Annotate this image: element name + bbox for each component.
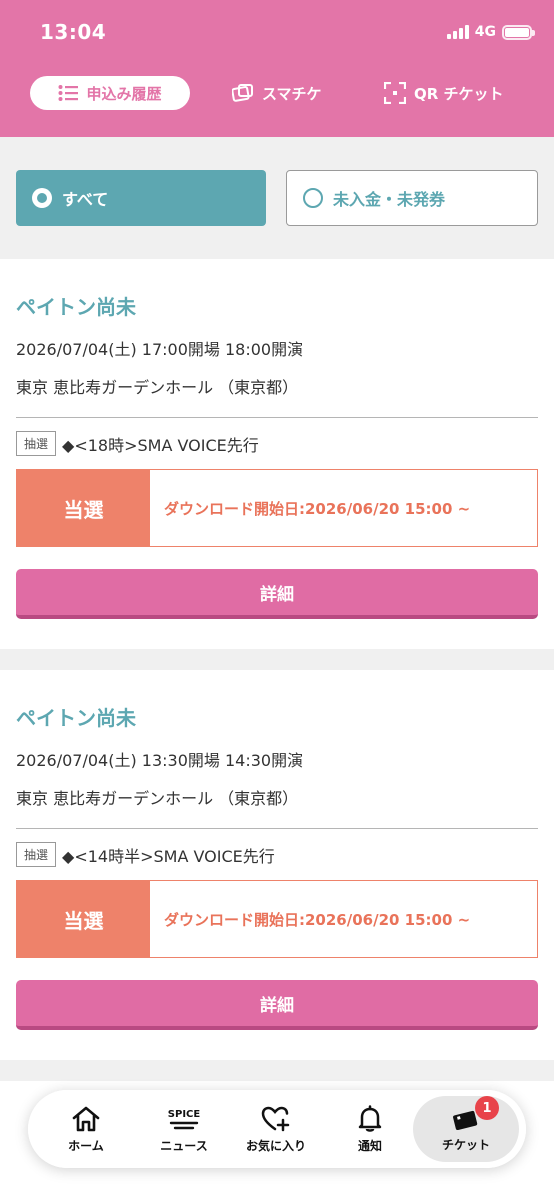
network-label: 4G — [474, 24, 496, 40]
result-status: 当選 — [17, 470, 150, 546]
event-datetime: 2026/07/04(土) 17:00開場 18:00開演 — [16, 340, 304, 359]
divider — [16, 828, 538, 829]
nav-news[interactable]: SPICE ニュース — [142, 1090, 226, 1168]
tab-application-history[interactable]: 申込み履歴 — [30, 76, 190, 110]
nav-notifications[interactable]: 通知 — [328, 1090, 412, 1168]
nav-home[interactable]: ホーム — [44, 1090, 128, 1168]
lottery-name: ◆<14時半>SMA VOICE先行 — [62, 846, 275, 866]
nav-ticket-label: チケット — [441, 1137, 490, 1152]
bottom-nav: ホーム SPICE ニュース お気に入り 通知 チケット 1 — [28, 1090, 526, 1168]
filter-area: すべて 未入金・未発券 — [0, 137, 554, 259]
top-tabs: 申込み履歴 スマチケ QR チケット — [0, 76, 554, 112]
download-start-date: ダウンロード開始日:2026/06/20 15:00 ~ — [164, 499, 471, 518]
nav-favorites[interactable]: お気に入り — [234, 1090, 318, 1168]
nav-favorites-label: お気に入り — [245, 1138, 306, 1153]
tab-smart-ticket[interactable]: スマチケ — [232, 76, 322, 110]
event-venue: 東京 恵比寿ガーデンホール （東京都） — [16, 789, 299, 808]
nav-news-label: ニュース — [160, 1138, 208, 1153]
ticket-count-badge: 1 — [475, 1096, 499, 1120]
radio-unselected-icon — [303, 188, 323, 208]
event-venue: 東京 恵比寿ガーデンホール （東京都） — [16, 378, 299, 397]
result-box: 当選 ダウンロード開始日:2026/06/20 15:00 ~ — [16, 880, 538, 958]
signal-icon — [446, 25, 469, 39]
news-icon-text: SPICE — [168, 1109, 201, 1120]
event-datetime: 2026/07/04(土) 13:30開場 14:30開演 — [16, 751, 304, 770]
filter-all-label: すべて — [62, 190, 109, 209]
filter-unpaid-button[interactable]: 未入金・未発券 — [286, 170, 538, 226]
nav-notifications-label: 通知 — [357, 1138, 382, 1153]
nav-ticket[interactable]: チケット 1 — [413, 1096, 519, 1162]
detail-button[interactable]: 詳細 — [16, 980, 538, 1030]
detail-button[interactable]: 詳細 — [16, 569, 538, 619]
divider — [16, 417, 538, 418]
application-card: ペイトン尚未 2026/07/04(土) 17:00開場 18:00開演 東京 … — [0, 259, 554, 649]
status-icons: 4G — [446, 24, 535, 40]
lottery-row: 抽選 ◆<14時半>SMA VOICE先行 — [16, 842, 275, 867]
bell-icon — [358, 1104, 382, 1132]
tab-label: 申込み履歴 — [86, 84, 162, 103]
lottery-badge: 抽選 — [16, 842, 57, 867]
tab-qr-ticket[interactable]: QR チケット — [384, 76, 504, 110]
app-header: 13:04 4G 申込み履歴 スマチケ QR チケット — [0, 0, 554, 137]
result-status: 当選 — [17, 881, 150, 957]
lottery-row: 抽選 ◆<18時>SMA VOICE先行 — [16, 431, 259, 456]
home-icon — [72, 1106, 100, 1131]
battery-icon — [502, 24, 535, 40]
status-time: 13:04 — [40, 20, 107, 44]
radio-selected-icon — [32, 188, 52, 208]
smart-ticket-icon — [232, 84, 253, 102]
tab-label: スマチケ — [262, 84, 322, 103]
lottery-badge: 抽選 — [16, 431, 57, 456]
event-title: ペイトン尚未 — [16, 295, 136, 319]
heart-plus-icon — [261, 1106, 290, 1131]
application-card: ペイトン尚未 2026/07/04(土) 13:30開場 14:30開演 東京 … — [0, 670, 554, 1060]
result-box: 当選 ダウンロード開始日:2026/06/20 15:00 ~ — [16, 469, 538, 547]
event-title: ペイトン尚未 — [16, 706, 136, 730]
filter-all-button[interactable]: すべて — [16, 170, 266, 226]
news-icon: SPICE — [168, 1109, 201, 1129]
qr-code-icon — [384, 82, 406, 104]
tab-label: QR チケット — [414, 84, 504, 103]
lottery-name: ◆<18時>SMA VOICE先行 — [62, 435, 259, 455]
list-icon — [58, 85, 79, 101]
filter-unpaid-label: 未入金・未発券 — [333, 190, 446, 209]
download-start-date: ダウンロード開始日:2026/06/20 15:00 ~ — [164, 910, 471, 929]
nav-home-label: ホーム — [68, 1138, 104, 1153]
